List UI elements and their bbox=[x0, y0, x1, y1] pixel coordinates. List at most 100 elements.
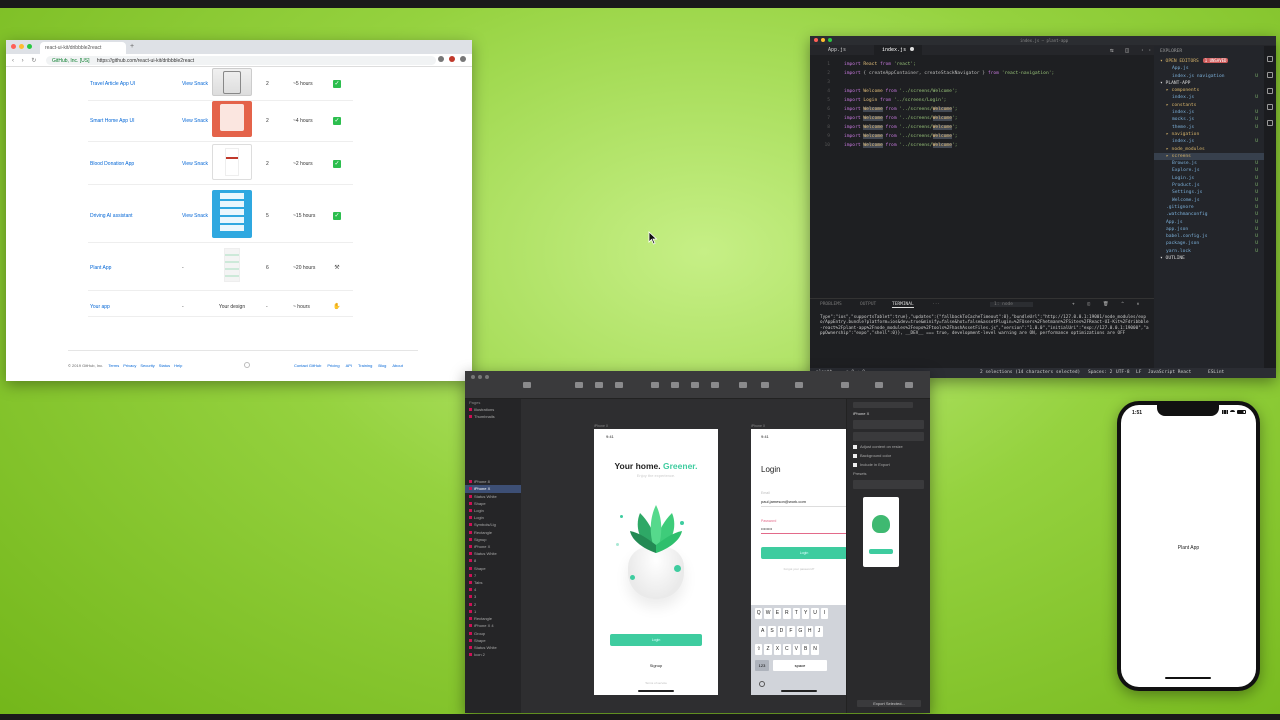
file-item[interactable]: index.js U bbox=[1154, 94, 1264, 101]
group-tool-icon[interactable] bbox=[575, 382, 583, 388]
tab-problems[interactable]: PROBLEMS bbox=[820, 302, 842, 307]
layer-item[interactable]: 1 bbox=[465, 608, 521, 615]
footer-link[interactable]: Help bbox=[174, 363, 182, 368]
indent-info[interactable]: Spaces: 2 bbox=[1088, 370, 1112, 375]
password-field[interactable]: •••••••• bbox=[761, 526, 772, 531]
layer-item[interactable] bbox=[465, 457, 521, 464]
file-item[interactable]: .gitignore U bbox=[1154, 204, 1264, 211]
nav-buttons[interactable]: ‹ › ↻ bbox=[12, 57, 39, 64]
code-line[interactable] bbox=[844, 78, 1054, 87]
folder-item[interactable]: ▸ node_modules bbox=[1154, 146, 1264, 153]
file-item[interactable]: Login.js U bbox=[1154, 175, 1264, 182]
layer-item[interactable]: Login bbox=[465, 507, 521, 514]
snack-link[interactable]: View Snack bbox=[182, 81, 208, 87]
browser-tab[interactable]: react-ui-kit/dribbble2react bbox=[40, 42, 126, 54]
project-name-link[interactable]: Smart Home App UI bbox=[90, 118, 134, 124]
welcome-login-button[interactable]: Login bbox=[610, 634, 702, 646]
menu-icon[interactable] bbox=[460, 56, 466, 62]
terminal-select[interactable]: 1: node bbox=[990, 302, 1033, 307]
layer-item[interactable]: Icon 2 bbox=[465, 651, 521, 658]
sketch-canvas[interactable]: iPhone X 9:41 Your home. Greener. Enjoy … bbox=[521, 399, 847, 713]
checkbox-adjust[interactable]: Adjust content on resize bbox=[853, 444, 924, 450]
layer-item[interactable]: Shape bbox=[465, 637, 521, 644]
layer-item[interactable] bbox=[465, 435, 521, 442]
close-window-button[interactable] bbox=[814, 38, 818, 42]
layer-item[interactable]: Status White bbox=[465, 644, 521, 651]
layer-item[interactable]: Thumbnails bbox=[465, 413, 521, 420]
footer-link[interactable]: Security bbox=[140, 363, 154, 368]
login-button[interactable]: Login bbox=[761, 547, 847, 559]
design-thumbnail[interactable] bbox=[212, 190, 252, 238]
project-name-link[interactable]: Driving AI assistant bbox=[90, 213, 133, 219]
section-header[interactable]: ▾ OUTLINE bbox=[1154, 255, 1264, 262]
code-line[interactable]: import Welcome from '../screens/Welcome'… bbox=[844, 132, 1054, 141]
size-row[interactable] bbox=[853, 420, 924, 429]
layer-item[interactable] bbox=[465, 449, 521, 456]
debug-icon[interactable] bbox=[1267, 104, 1273, 110]
layer-item[interactable]: 7 bbox=[465, 572, 521, 579]
file-item[interactable]: yarn.lock U bbox=[1154, 248, 1264, 255]
layer-item[interactable]: 8 bbox=[465, 557, 521, 564]
layer-item[interactable]: Rectangle bbox=[465, 615, 521, 622]
file-item[interactable]: babel.config.js U bbox=[1154, 233, 1264, 240]
edit-tool-icon[interactable] bbox=[651, 382, 659, 388]
layer-item[interactable]: Login bbox=[465, 514, 521, 521]
footer-link[interactable]: Pricing bbox=[327, 363, 339, 368]
file-item[interactable]: Explore.js U bbox=[1154, 167, 1264, 174]
export-button[interactable]: Export Selected... bbox=[857, 700, 921, 707]
layer-item[interactable]: Status White bbox=[465, 493, 521, 500]
tab-more[interactable]: ··· bbox=[932, 302, 940, 307]
simulator-screen[interactable]: 1:51 Plant App bbox=[1121, 405, 1256, 687]
file-item[interactable]: index.js U bbox=[1154, 109, 1264, 116]
insert-tool-icon[interactable] bbox=[523, 382, 531, 388]
signup-link[interactable]: Signup bbox=[594, 663, 718, 668]
keyboard-key[interactable]: X bbox=[773, 644, 782, 655]
scale-tool-icon[interactable] bbox=[761, 382, 769, 388]
layer-item[interactable]: Symbols/Lig bbox=[465, 521, 521, 528]
url-field[interactable]: GitHub, Inc. [US] https://github.com/rea… bbox=[46, 56, 436, 65]
project-name-link[interactable]: Travel Article App UI bbox=[90, 81, 135, 87]
terminal-output[interactable]: Type":"ios","supportsTablet":true},"upda… bbox=[820, 315, 1150, 337]
keyboard-key[interactable]: A bbox=[759, 626, 767, 637]
maximize-window-button[interactable] bbox=[485, 375, 489, 379]
zoom-tool-icon[interactable] bbox=[841, 382, 849, 388]
design-thumbnail[interactable] bbox=[212, 68, 252, 96]
layer-item[interactable]: iPhone 8 bbox=[465, 478, 521, 485]
layer-item[interactable] bbox=[465, 471, 521, 478]
keyboard-key[interactable]: R bbox=[783, 608, 791, 619]
keyboard-key[interactable]: E bbox=[773, 608, 782, 619]
extension-icon[interactable] bbox=[449, 56, 455, 62]
keyboard-key[interactable]: Q bbox=[755, 608, 763, 619]
layer-item[interactable]: Shape bbox=[465, 565, 521, 572]
footer-link[interactable]: About bbox=[392, 363, 402, 368]
keyboard-key[interactable]: U bbox=[811, 608, 819, 619]
checkbox-background[interactable]: Background color bbox=[853, 453, 924, 459]
artboard-label[interactable]: iPhone X bbox=[594, 424, 608, 428]
folder-item[interactable]: ▸ screens bbox=[1154, 152, 1264, 161]
file-item[interactable]: mocks.js U bbox=[1154, 116, 1264, 123]
tab-app-js[interactable]: App.js bbox=[820, 45, 854, 55]
minimize-window-button[interactable] bbox=[821, 38, 825, 42]
key-123[interactable]: 123 bbox=[755, 660, 769, 671]
layer-item[interactable]: Shape bbox=[465, 500, 521, 507]
project-name-link[interactable]: Plant App bbox=[90, 265, 111, 271]
file-item[interactable]: app.json U bbox=[1154, 226, 1264, 233]
alignment-row[interactable] bbox=[853, 402, 913, 408]
presets-row[interactable] bbox=[853, 480, 924, 489]
keyboard-key[interactable]: S bbox=[768, 626, 776, 637]
layer-item[interactable]: iPhone X bbox=[465, 543, 521, 550]
close-window-button[interactable] bbox=[471, 375, 475, 379]
footer-link[interactable]: Training bbox=[358, 363, 372, 368]
view-tool-icon[interactable] bbox=[875, 382, 883, 388]
file-item[interactable]: theme.js U bbox=[1154, 124, 1264, 131]
file-item[interactable]: App.js U bbox=[1154, 219, 1264, 226]
ios-keyboard[interactable]: QWERTYUI ASDFGHJ ⇧ Z X C V B N 123 space bbox=[751, 605, 847, 695]
keyboard-key[interactable]: I bbox=[820, 608, 829, 619]
maximize-window-button[interactable] bbox=[828, 38, 832, 42]
keyboard-key[interactable]: G bbox=[796, 626, 804, 637]
code-line[interactable]: import Welcome from '../screens/Welcome'… bbox=[844, 105, 1054, 114]
close-window-button[interactable] bbox=[11, 44, 16, 49]
design-thumbnail[interactable] bbox=[212, 101, 252, 137]
keyboard-key[interactable]: D bbox=[777, 626, 786, 637]
footer-link[interactable]: Privacy bbox=[123, 363, 136, 368]
